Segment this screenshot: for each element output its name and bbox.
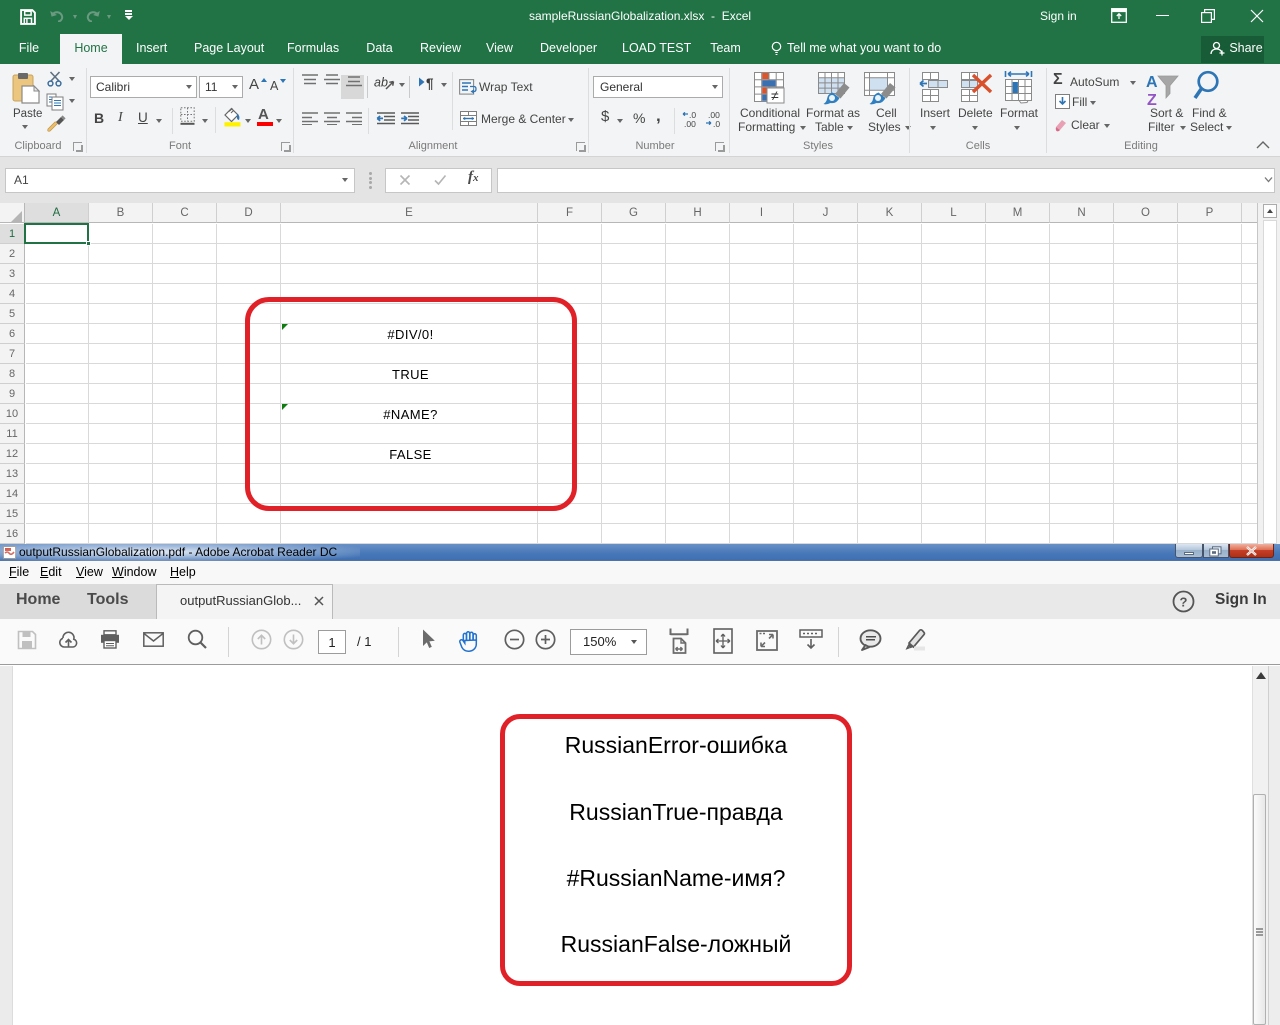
- svg-text:.00: .00: [684, 119, 696, 128]
- svg-text:?: ?: [1180, 595, 1188, 610]
- svg-text:.0: .0: [713, 119, 720, 128]
- svg-text:¶: ¶: [426, 76, 434, 90]
- svg-text:A: A: [1146, 74, 1158, 91]
- svg-text:≠: ≠: [771, 88, 779, 104]
- svg-text:ab: ab: [374, 76, 388, 90]
